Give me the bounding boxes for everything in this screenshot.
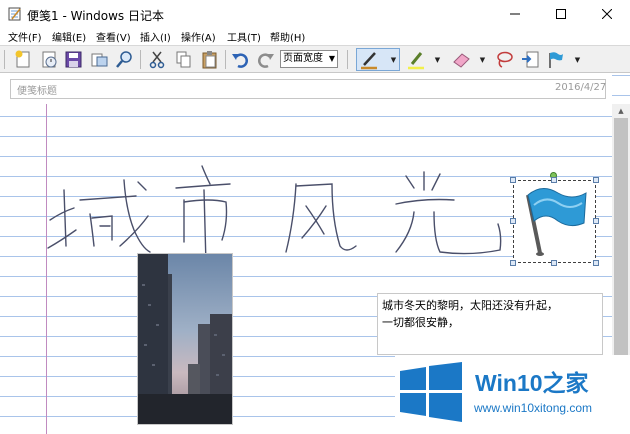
save-button[interactable] bbox=[63, 49, 84, 70]
find-button[interactable] bbox=[114, 49, 135, 70]
city-photo[interactable] bbox=[137, 253, 233, 425]
menu-help[interactable]: 帮助(H) bbox=[270, 29, 305, 44]
city-dawn-image bbox=[138, 254, 232, 424]
find-icon bbox=[116, 51, 132, 68]
flag-icon bbox=[526, 188, 587, 256]
resize-handle[interactable] bbox=[593, 218, 599, 224]
close-button[interactable] bbox=[584, 0, 630, 28]
selected-flag-object[interactable] bbox=[513, 180, 596, 263]
minimize-button[interactable] bbox=[492, 0, 538, 28]
menu-file[interactable]: 文件(F) bbox=[8, 29, 42, 44]
note-date: 2016/4/27 bbox=[555, 82, 607, 93]
resize-handle[interactable] bbox=[551, 177, 557, 183]
zoom-select[interactable]: 页面宽度 ▼ bbox=[280, 50, 338, 68]
open-icon bbox=[42, 51, 57, 68]
pen-dropdown[interactable]: ▼ bbox=[389, 50, 398, 69]
resize-handle[interactable] bbox=[510, 260, 516, 266]
menu-insert[interactable]: 插入(I) bbox=[140, 29, 171, 44]
note-title-field[interactable] bbox=[10, 79, 606, 99]
print-preview-icon bbox=[91, 53, 108, 67]
chevron-up-icon: ▲ bbox=[618, 106, 624, 115]
note-title-placeholder: 便笺标题 bbox=[17, 86, 57, 97]
chevron-down-icon: ▼ bbox=[390, 55, 397, 64]
minimize-icon bbox=[510, 13, 520, 15]
windows-logo-icon bbox=[400, 362, 462, 422]
maximize-button[interactable] bbox=[538, 0, 584, 28]
paste-icon bbox=[202, 51, 217, 69]
copy-button[interactable] bbox=[173, 49, 194, 70]
text-line: 一切都很安静， bbox=[382, 316, 459, 329]
flag-dropdown[interactable]: ▼ bbox=[573, 50, 582, 69]
resize-handle[interactable] bbox=[551, 260, 557, 266]
insert-space-button[interactable] bbox=[520, 49, 541, 70]
redo-button[interactable] bbox=[255, 49, 276, 70]
new-note-button[interactable] bbox=[13, 49, 34, 70]
highlighter-dropdown[interactable]: ▼ bbox=[433, 50, 442, 69]
menu-view[interactable]: 查看(V) bbox=[96, 29, 131, 44]
eraser-dropdown[interactable]: ▼ bbox=[478, 50, 487, 69]
menu-bar: 文件(F) 编辑(E) 查看(V) 插入(I) 操作(A) 工具(T) 帮助(H… bbox=[0, 28, 630, 45]
cut-icon bbox=[149, 51, 165, 69]
lasso-select-button[interactable] bbox=[494, 49, 515, 70]
resize-handle[interactable] bbox=[593, 260, 599, 266]
flag-icon bbox=[549, 52, 563, 68]
watermark-url: www.win10xitong.com bbox=[474, 401, 593, 415]
menu-edit[interactable]: 编辑(E) bbox=[52, 29, 86, 44]
watermark-brand: Win10之家 bbox=[475, 364, 589, 398]
handwritten-ink-strokes[interactable] bbox=[40, 160, 520, 270]
undo-button[interactable] bbox=[230, 49, 251, 70]
open-button[interactable] bbox=[39, 49, 60, 70]
journal-app-icon bbox=[8, 7, 21, 21]
paste-button[interactable] bbox=[199, 49, 220, 70]
text-line: 城市冬天的黎明，太阳还没有升起， bbox=[382, 299, 558, 312]
chevron-down-icon: ▼ bbox=[434, 55, 441, 64]
undo-icon bbox=[232, 53, 248, 68]
chevron-down-icon: ▼ bbox=[328, 54, 335, 63]
flag-button[interactable] bbox=[545, 49, 566, 70]
zoom-select-value: 页面宽度 bbox=[283, 53, 323, 64]
resize-handle[interactable] bbox=[510, 177, 516, 183]
window-title: 便笺1 - Windows 日记本 bbox=[27, 9, 164, 23]
note-text-box[interactable]: 城市冬天的黎明，太阳还没有升起， 一切都很安静， bbox=[377, 293, 603, 355]
save-icon bbox=[65, 51, 82, 68]
resize-handle[interactable] bbox=[593, 177, 599, 183]
resize-handle[interactable] bbox=[510, 218, 516, 224]
close-icon bbox=[602, 9, 612, 19]
toolbar-separator bbox=[140, 50, 141, 69]
toolbar-separator bbox=[347, 50, 348, 69]
chevron-down-icon: ▼ bbox=[574, 55, 581, 64]
eraser-button[interactable] bbox=[451, 49, 472, 70]
menu-actions[interactable]: 操作(A) bbox=[181, 29, 216, 44]
chevron-down-icon: ▼ bbox=[479, 55, 486, 64]
scroll-up-button[interactable]: ▲ bbox=[612, 104, 630, 117]
pen-icon bbox=[361, 52, 377, 70]
insert-space-icon bbox=[522, 51, 539, 68]
pen-button[interactable] bbox=[359, 49, 380, 70]
highlighter-button[interactable] bbox=[406, 49, 427, 70]
toolbar-grip bbox=[4, 50, 5, 69]
copy-icon bbox=[176, 51, 191, 68]
watermark-brand-name: Win10 bbox=[475, 370, 543, 396]
redo-icon bbox=[258, 53, 274, 68]
menu-tools[interactable]: 工具(T) bbox=[227, 29, 261, 44]
lasso-select-icon bbox=[497, 51, 513, 68]
cut-button[interactable] bbox=[147, 49, 168, 70]
eraser-icon bbox=[453, 53, 470, 68]
toolbar: 页面宽度 ▼ ▼ ▼ ▼ ▼ bbox=[0, 45, 630, 73]
watermark-brand-suffix: 之家 bbox=[542, 371, 589, 397]
highlighter-icon bbox=[408, 52, 424, 70]
new-note-icon bbox=[15, 50, 30, 68]
maximize-icon bbox=[556, 9, 566, 19]
print-preview-button[interactable] bbox=[89, 49, 110, 70]
toolbar-separator bbox=[225, 50, 226, 69]
